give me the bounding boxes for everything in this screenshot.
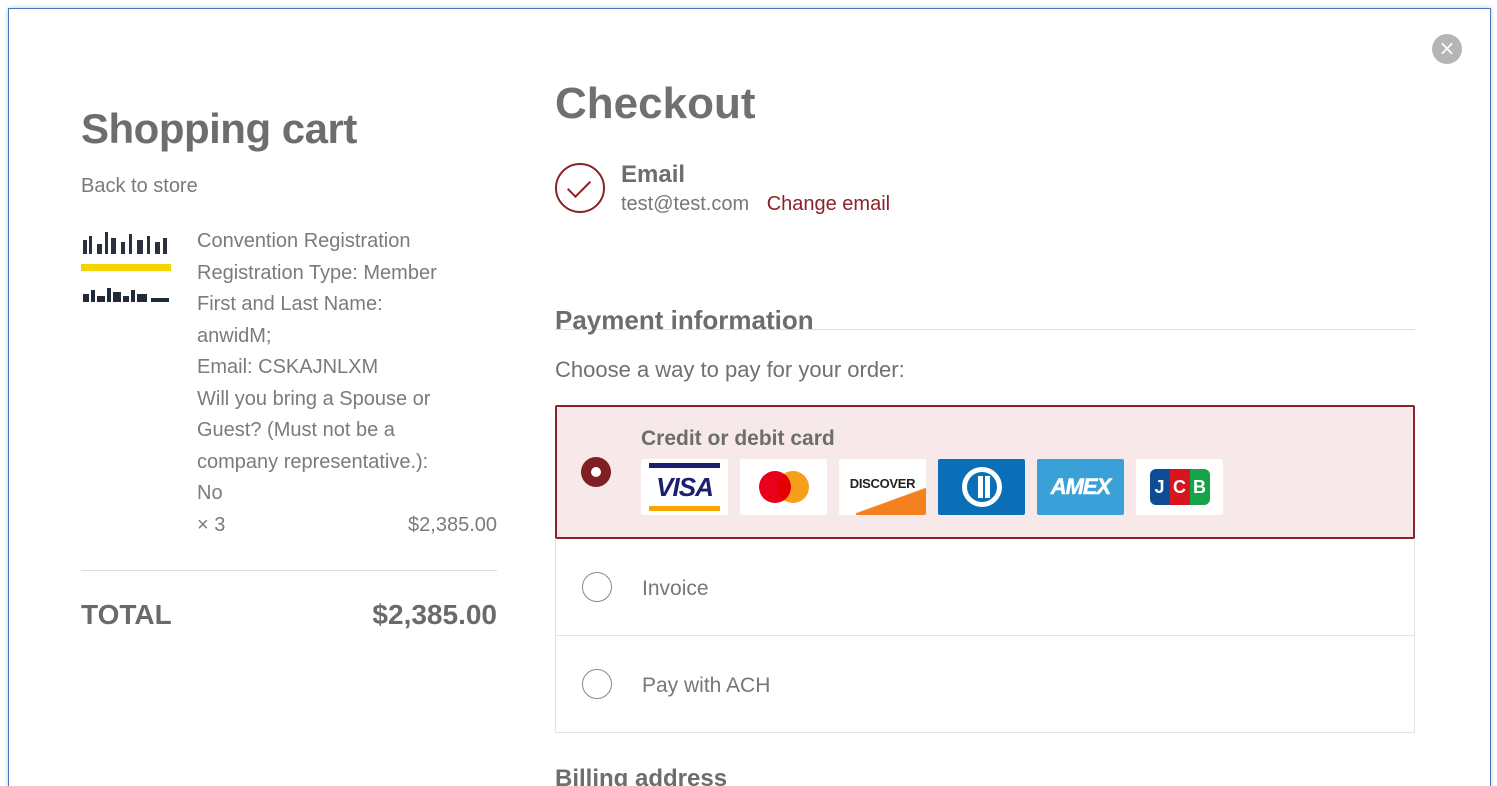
item-qty-row: × 3 $2,385.00 <box>197 510 497 542</box>
payment-option-invoice[interactable]: Invoice <box>555 539 1415 636</box>
item-line: Convention Registration <box>197 230 411 252</box>
diners-club-icon <box>938 459 1025 515</box>
payment-option-label: Credit or debit card <box>641 427 835 450</box>
email-label: Email <box>621 161 686 188</box>
shopping-cart-panel: Shopping cart Back to store Convention R… <box>81 105 499 546</box>
item-line: Guest? (Must not be a <box>197 419 395 441</box>
item-line: First and Last Name: <box>197 293 383 315</box>
registration-thumbnail <box>81 226 171 314</box>
radio-unselected[interactable] <box>582 669 612 699</box>
item-line: company representative.): <box>197 450 429 473</box>
item-quantity: × 3 <box>197 513 226 536</box>
item-line: Registration Type: Member <box>197 261 437 284</box>
payment-option-label: Invoice <box>642 577 709 600</box>
item-line: No <box>197 482 223 504</box>
payment-section-title: Payment information <box>555 305 814 335</box>
checkmark-icon <box>555 163 605 213</box>
total-label: TOTAL <box>81 599 172 630</box>
jcb-icon: J C B <box>1136 459 1223 515</box>
cart-total-row: TOTAL $2,385.00 <box>81 599 497 631</box>
item-line: Will you bring a Spouse or <box>197 387 431 410</box>
close-icon[interactable]: × <box>1432 34 1462 64</box>
item-line: Email: CSKAJNLXM <box>197 356 379 378</box>
mastercard-icon <box>740 459 827 515</box>
cart-divider <box>81 570 497 571</box>
amex-icon: AMEX <box>1037 459 1124 515</box>
radio-selected[interactable] <box>581 457 611 487</box>
checkout-title: Checkout <box>555 79 756 128</box>
visa-icon: VISA <box>641 459 728 515</box>
payment-subtitle: Choose a way to pay for your order: <box>555 357 905 382</box>
back-to-store-link[interactable]: Back to store <box>81 175 499 198</box>
email-value: test@test.com <box>621 193 750 215</box>
checkout-modal: × Shopping cart Back to store Convention… <box>8 8 1491 786</box>
email-step: Email test@test.com Change email <box>555 161 1415 330</box>
discover-icon: DISCOVER <box>839 459 926 515</box>
cart-item: Convention Registration Registration Typ… <box>81 226 499 546</box>
cart-title: Shopping cart <box>81 105 357 152</box>
cart-item-details: Convention Registration Registration Typ… <box>197 226 497 541</box>
billing-address-title: Billing address <box>555 765 728 786</box>
payment-options: Credit or debit card VISA DISCOVER AMEX … <box>555 405 1415 733</box>
payment-option-ach[interactable]: Pay with ACH <box>555 636 1415 733</box>
total-value: $2,385.00 <box>372 599 497 630</box>
email-line: test@test.com Change email <box>621 193 890 216</box>
checkout-panel: Checkout Email test@test.com Change emai… <box>555 79 1415 786</box>
radio-unselected[interactable] <box>582 572 612 602</box>
item-line: anwidM; <box>197 324 272 347</box>
payment-option-label: Pay with ACH <box>642 674 771 697</box>
payment-option-card[interactable]: Credit or debit card VISA DISCOVER AMEX … <box>555 405 1415 539</box>
card-logos: VISA DISCOVER AMEX J C B <box>641 459 1223 515</box>
item-price: $2,385.00 <box>408 513 497 536</box>
change-email-link[interactable]: Change email <box>767 193 890 215</box>
